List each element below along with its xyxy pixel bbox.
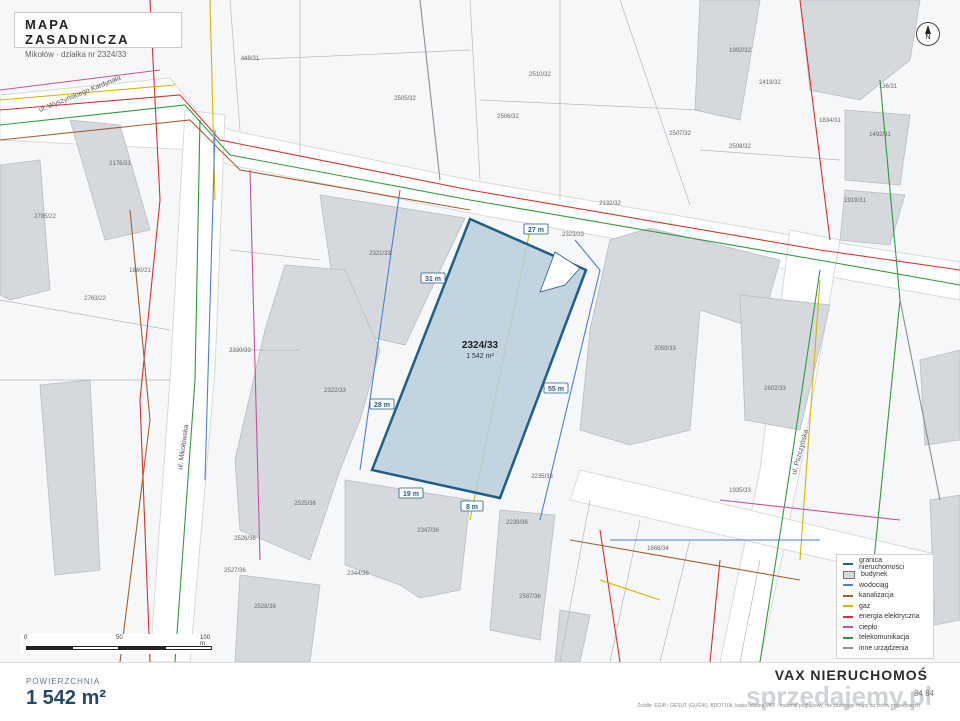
legend-item: kanalizacja bbox=[843, 591, 927, 602]
parcel-number: 2527/36 bbox=[224, 568, 246, 574]
legend-swatch bbox=[843, 605, 853, 608]
north-arrow-icon: N bbox=[916, 22, 940, 46]
parcel-number: 2505/32 bbox=[394, 96, 416, 102]
parcel-number: 136/31 bbox=[879, 84, 898, 90]
footer: POWIERZCHNIA 1 542 m² VAX NIERUCHOMOŚ sp… bbox=[0, 662, 960, 721]
legend-label: inne urządzenia bbox=[859, 644, 909, 652]
parcel-number: 1860/21 bbox=[129, 268, 151, 274]
map-title-box: MAPA ZASADNICZA Mikołów · działka nr 232… bbox=[14, 12, 182, 59]
legend-swatch bbox=[843, 647, 853, 650]
parcel-number: 2508/32 bbox=[729, 144, 751, 150]
parcel-number: 2587/36 bbox=[519, 594, 541, 600]
parcel-number: 1919/31 bbox=[844, 198, 866, 204]
legend-label: wodociąg bbox=[859, 581, 889, 589]
dim-label: 28 m bbox=[374, 402, 390, 409]
dim-label: 19 m bbox=[403, 491, 419, 498]
legend-swatch bbox=[843, 615, 853, 618]
legend-item: wodociąg bbox=[843, 580, 927, 591]
legend-item: gaz bbox=[843, 601, 927, 612]
legend-item: ciepło bbox=[843, 622, 927, 633]
parcel-number: 1992/32 bbox=[729, 48, 751, 54]
plot-id: 2324/33 bbox=[462, 340, 499, 351]
legend-label: ciepło bbox=[859, 623, 878, 631]
parcel-number: 2347/36 bbox=[417, 528, 439, 534]
parcel-number: 2507/32 bbox=[669, 131, 691, 137]
legend-label: budynek bbox=[861, 571, 888, 579]
legend-swatch bbox=[843, 626, 853, 629]
parcel-number: 2525/36 bbox=[294, 501, 316, 507]
area-label: POWIERZCHNIA bbox=[26, 677, 101, 686]
legend-label: gaz bbox=[859, 602, 871, 610]
parcel-number: 1834/31 bbox=[819, 118, 841, 124]
parcel-number: 2763/22 bbox=[84, 296, 106, 302]
scale-label-mid: 50 bbox=[116, 635, 123, 641]
plot-area: 1 542 m² bbox=[466, 353, 494, 360]
parcel-number: 2526/36 bbox=[234, 536, 256, 542]
legend-label: telekomunikacja bbox=[859, 634, 910, 642]
legend-item: inne urządzenia bbox=[843, 643, 927, 654]
parcel-number: 2602/33 bbox=[764, 386, 786, 392]
parcel-number: 2235/33 bbox=[531, 474, 553, 480]
parcel-number: 2506/32 bbox=[497, 114, 519, 120]
parcel-number: 1668/34 bbox=[647, 546, 669, 552]
parcel-number: 2323/33 bbox=[562, 232, 584, 238]
dim-label: 55 m bbox=[548, 386, 564, 393]
dim-label: 31 m bbox=[425, 276, 441, 283]
legend-item: energia elektryczna bbox=[843, 612, 927, 623]
legend: granica nieruchomości budynek wodociąg kana… bbox=[836, 554, 934, 659]
parcel-number: 2344/36 bbox=[347, 571, 369, 577]
map-subtitle: Mikołów · działka nr 2324/33 bbox=[25, 50, 127, 59]
parcel-number: 2528/36 bbox=[254, 604, 276, 610]
legend-swatch bbox=[843, 636, 853, 639]
parcel-number: 2176/31 bbox=[109, 161, 131, 167]
parcel-number: 2322/33 bbox=[324, 388, 346, 394]
phone-number: 84 84 bbox=[913, 689, 934, 698]
parcel-number: 448/31 bbox=[241, 56, 260, 62]
area-value: 1 542 m² bbox=[26, 687, 107, 709]
legend-item: granica nieruchomości bbox=[843, 557, 927, 572]
legend-label: granica nieruchomości bbox=[859, 557, 905, 572]
parcel-number: 2419/32 bbox=[759, 80, 781, 86]
legend-swatch bbox=[843, 594, 853, 597]
parcel-number: 2050/33 bbox=[654, 346, 676, 352]
source-note: Źródło: EGiB i GESUT (GUGiK), BDOT10k, k… bbox=[637, 703, 920, 709]
parcel-number: 2320/33 bbox=[229, 348, 251, 354]
scale-label-start: 0 bbox=[24, 635, 28, 641]
parcel-number: 2239/36 bbox=[506, 520, 528, 526]
map-title: MAPA ZASADNICZA bbox=[25, 17, 130, 47]
scale-bar: 0 50 100 m bbox=[20, 634, 212, 654]
legend-label: energia elektryczna bbox=[859, 613, 920, 621]
scale-bar-segments bbox=[26, 646, 212, 650]
legend-item: telekomunikacja bbox=[843, 633, 927, 644]
parcel-number: 1492/31 bbox=[869, 132, 891, 138]
parcel-number: 1935/33 bbox=[729, 488, 751, 494]
legend-swatch bbox=[843, 584, 853, 587]
legend-label: kanalizacja bbox=[859, 592, 894, 600]
parcel-number: 2785/22 bbox=[34, 214, 56, 220]
dim-label: 8 m bbox=[466, 504, 478, 511]
legend-swatch bbox=[843, 563, 853, 566]
base-map[interactable]: 27 m 31 m 55 m 28 m 19 m 8 m 2324/33 1 5… bbox=[0, 0, 960, 662]
parcel-number: 2510/32 bbox=[529, 72, 551, 78]
parcel-number: 2132/32 bbox=[599, 201, 621, 207]
parcel-number: 2321/33 bbox=[369, 251, 391, 257]
north-label: N bbox=[925, 34, 931, 41]
dim-label: 27 m bbox=[528, 227, 544, 234]
legend-swatch bbox=[843, 570, 855, 579]
